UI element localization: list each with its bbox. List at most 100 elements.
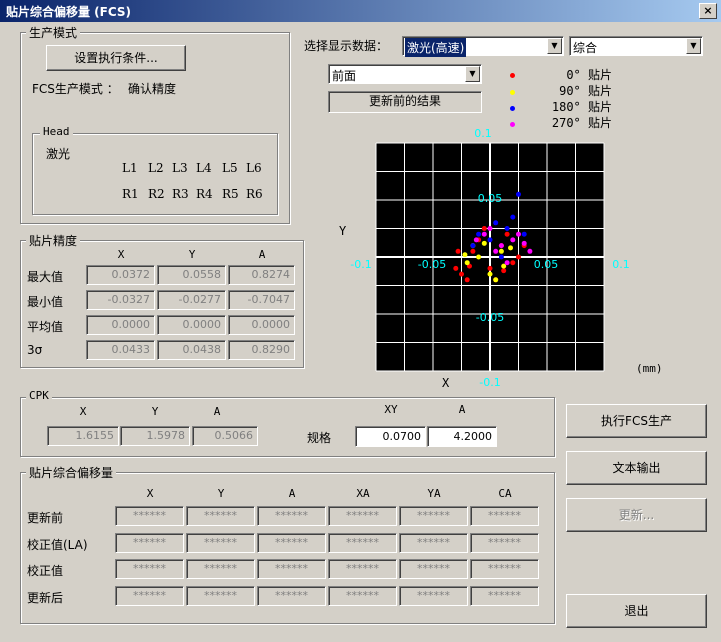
scatter-point-s2-1 bbox=[493, 220, 499, 226]
spec-xy-input[interactable] bbox=[355, 426, 426, 447]
offset-cell-2-5: ****** bbox=[470, 559, 539, 579]
result-status: 更新前的结果 bbox=[328, 91, 482, 113]
accuracy-min-y: -0.0277 bbox=[157, 290, 226, 310]
scatter-point-s0-10 bbox=[516, 254, 521, 260]
accuracy-header-x: X bbox=[117, 248, 125, 261]
accuracy-row-label-1: 最小值 bbox=[27, 295, 64, 309]
accuracy-3sigma-x: 0.0433 bbox=[86, 340, 155, 360]
scatter-point-s0-3 bbox=[470, 248, 476, 254]
scatter-point-s0-13 bbox=[455, 248, 461, 254]
close-button[interactable]: × bbox=[699, 3, 717, 19]
cpk-group-label: CPK bbox=[26, 389, 52, 402]
scatter-point-s3-3 bbox=[481, 231, 487, 237]
cpk-x-value: 1.6155 bbox=[47, 426, 119, 446]
exit-button[interactable]: 退出 bbox=[566, 594, 707, 628]
scatter-point-s3-9 bbox=[521, 240, 527, 246]
head-l4[interactable]: L4 bbox=[196, 161, 212, 175]
cpk-header-a: A bbox=[213, 405, 221, 418]
offset-cell-1-1: ****** bbox=[186, 533, 255, 553]
head-r5[interactable]: R5 bbox=[222, 187, 239, 201]
head-r1[interactable]: R1 bbox=[122, 187, 139, 201]
view-value: 前面 bbox=[332, 69, 357, 83]
offset-cell-0-5: ****** bbox=[470, 506, 539, 526]
legend-label-2: 180° 贴片 bbox=[551, 100, 612, 114]
head-l1[interactable]: L1 bbox=[122, 161, 138, 175]
accuracy-3sigma-a: 0.8290 bbox=[228, 340, 295, 360]
offset-cell-3-3: ****** bbox=[328, 586, 397, 606]
run-fcs-button[interactable]: 执行FCS生产 bbox=[566, 404, 707, 438]
set-conditions-button[interactable]: 设置执行条件... bbox=[46, 45, 186, 71]
tick-x-pos: 0.05 bbox=[534, 258, 559, 271]
legend-marker-2 bbox=[510, 106, 515, 111]
spec-header-a: A bbox=[458, 403, 466, 416]
spec-header-xy: XY bbox=[384, 403, 398, 416]
accuracy-row-label-2: 平均值 bbox=[27, 320, 64, 334]
head-r2[interactable]: R2 bbox=[148, 187, 165, 201]
head-r6[interactable]: R6 bbox=[246, 187, 263, 201]
accuracy-max-x: 0.0372 bbox=[86, 265, 155, 285]
scatter-point-s1-0 bbox=[464, 260, 470, 266]
tick-left: -0.1 bbox=[350, 258, 371, 271]
scatter-point-s3-6 bbox=[473, 237, 479, 243]
head-l2[interactable]: L2 bbox=[148, 161, 164, 175]
tick-bottom: -0.1 bbox=[479, 376, 500, 389]
scatter-point-s0-6 bbox=[510, 260, 516, 266]
accuracy-header-y: Y bbox=[188, 248, 196, 261]
offset-header-xa: XA bbox=[356, 487, 370, 500]
offset-cell-1-2: ****** bbox=[257, 533, 326, 553]
scatter-point-s1-9 bbox=[462, 252, 468, 258]
offset-cell-2-0: ****** bbox=[115, 559, 184, 579]
legend-marker-1 bbox=[510, 90, 515, 95]
scatter-point-s3-4 bbox=[487, 226, 493, 231]
head-r3[interactable]: R3 bbox=[172, 187, 189, 201]
offset-cell-0-3: ****** bbox=[328, 506, 397, 526]
scatter-point-s2-3 bbox=[476, 231, 482, 237]
head-l6[interactable]: L6 bbox=[246, 161, 262, 175]
offset-cell-3-0: ****** bbox=[115, 586, 184, 606]
cpk-y-value: 1.5978 bbox=[120, 426, 190, 446]
accuracy-row-label-0: 最大值 bbox=[27, 270, 64, 284]
scatter-point-s0-2 bbox=[459, 271, 464, 277]
update-button[interactable]: 更新... bbox=[566, 498, 707, 532]
select-data-label: 选择显示数据： bbox=[304, 39, 389, 53]
offset-cell-1-0: ****** bbox=[115, 533, 184, 553]
scatter-point-s2-4 bbox=[487, 237, 493, 243]
head-r4[interactable]: R4 bbox=[196, 187, 213, 201]
tick-y-neg: -0.05 bbox=[476, 311, 504, 324]
scatter-point-s1-7 bbox=[481, 240, 487, 246]
chevron-down-icon: ▼ bbox=[547, 38, 562, 54]
scatter-point-s2-7 bbox=[498, 254, 504, 260]
offset-cell-3-4: ****** bbox=[399, 586, 468, 606]
scatter-point-s0-4 bbox=[487, 265, 493, 271]
accuracy-header-a: A bbox=[258, 248, 266, 261]
scatter-point-s0-11 bbox=[481, 226, 487, 231]
legend-label-1: 90° 贴片 bbox=[559, 84, 612, 98]
scatter-point-s0-0 bbox=[453, 265, 459, 271]
view-combo[interactable]: 前面 ▼ bbox=[328, 64, 482, 84]
scatter-point-s1-3 bbox=[498, 248, 504, 254]
offset-row-label-0: 更新前 bbox=[27, 511, 64, 525]
scatter-point-s2-8 bbox=[521, 231, 527, 237]
head-l3[interactable]: L3 bbox=[172, 161, 188, 175]
offset-header-a: A bbox=[288, 487, 296, 500]
data-source-combo[interactable]: 激光(高速) ▼ bbox=[402, 36, 564, 57]
head-l5[interactable]: L5 bbox=[222, 161, 238, 175]
scatter-point-s1-6 bbox=[508, 245, 514, 251]
scatter-point-s3-0 bbox=[527, 248, 533, 254]
offset-cell-3-2: ****** bbox=[257, 586, 326, 606]
scatter-point-s3-8 bbox=[493, 248, 499, 254]
offset-row-label-1: 校正值(LA) bbox=[27, 538, 88, 552]
offset-cell-1-3: ****** bbox=[328, 533, 397, 553]
offset-cell-2-2: ****** bbox=[257, 559, 326, 579]
accuracy-avg-x: 0.0000 bbox=[86, 315, 155, 335]
mode-combo[interactable]: 综合 ▼ bbox=[569, 36, 703, 56]
offset-group-label: 贴片综合偏移量 bbox=[26, 464, 117, 481]
scatter-point-s1-5 bbox=[493, 277, 499, 283]
legend-marker-0 bbox=[510, 73, 515, 78]
chevron-down-icon: ▼ bbox=[465, 66, 480, 82]
tick-top: 0.1 bbox=[474, 127, 492, 140]
export-text-button[interactable]: 文本输出 bbox=[566, 451, 707, 485]
spec-a-input[interactable] bbox=[427, 426, 497, 447]
unit-label: (mm) bbox=[636, 362, 663, 375]
offset-cell-2-4: ****** bbox=[399, 559, 468, 579]
